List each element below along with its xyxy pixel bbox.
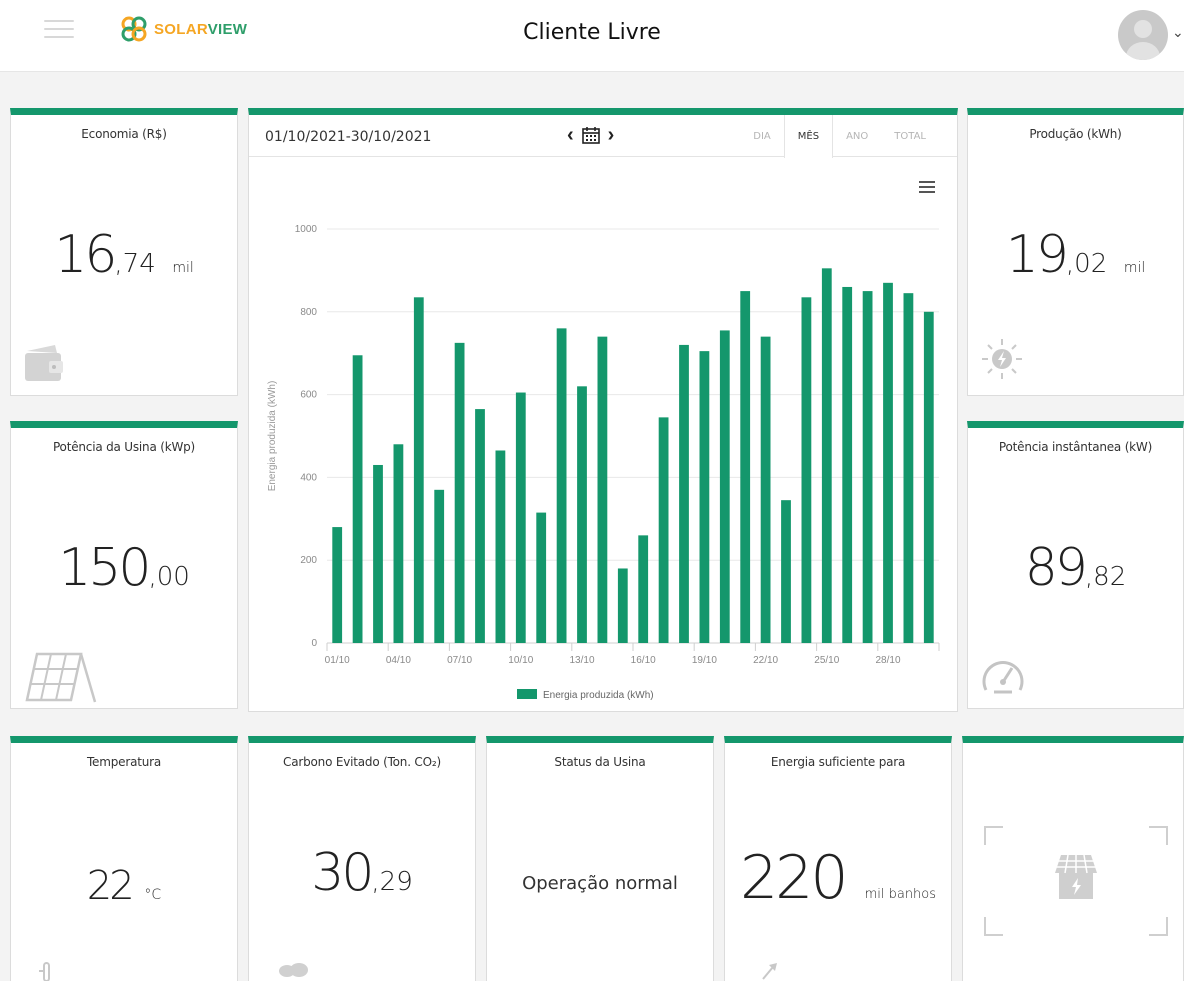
bar-11/10 — [536, 512, 547, 643]
energy-chart-card: 01/10/2021-30/10/2021 ‹ › DIA MÊS ANO TO… — [248, 108, 958, 712]
bar-26/10 — [842, 286, 853, 643]
x-tick-label: 19/10 — [692, 655, 717, 666]
x-tick-label: 07/10 — [447, 655, 472, 666]
bar-12/10 — [556, 328, 567, 643]
bar-28/10 — [883, 282, 893, 643]
temperatura-value: 22 °C — [86, 863, 162, 909]
temperatura-title: Temperatura — [86, 755, 162, 769]
bar-27/10 — [862, 291, 873, 643]
x-tick-label: 22/10 — [753, 655, 778, 666]
avatar[interactable] — [1118, 10, 1168, 60]
bar-09/10 — [495, 450, 506, 643]
bar-15/10 — [617, 568, 628, 643]
y-tick-label: 0 — [311, 638, 317, 649]
status-title: Status da Usina — [554, 755, 646, 769]
bar-13/10 — [577, 386, 587, 643]
y-tick-label: 600 — [300, 390, 317, 401]
plant-image-card — [962, 736, 1184, 981]
x-tick-label: 25/10 — [814, 655, 839, 666]
chevron-down-icon[interactable]: ⌄ — [1172, 24, 1184, 41]
chevron-left-icon[interactable]: ‹ — [567, 123, 574, 147]
thermometer-icon — [39, 962, 50, 981]
energia-card: Energia suficiente para 220 mil banhos — [724, 736, 952, 981]
top-bar: SOLARVIEW Cliente Livre ⌄ — [0, 0, 1184, 72]
status-value: Operação normal — [522, 873, 678, 894]
y-axis-label: Energia produzida (kWh) — [267, 381, 278, 492]
energia-value: 220 mil banhos — [739, 843, 937, 913]
carbono-title: Carbono Evitado (Ton. CO₂) — [283, 755, 441, 769]
potencia-usina-title: Potência da Usina (kWp) — [52, 440, 196, 454]
producao-title: Produção (kWh) — [1029, 127, 1122, 141]
bar-22/10 — [760, 336, 771, 643]
bar-16/10 — [638, 535, 649, 643]
producao-value: 19,02 mil — [1005, 225, 1146, 285]
carbono-card: Carbono Evitado (Ton. CO₂) 30,29 — [248, 736, 476, 981]
tab-total[interactable]: TOTAL — [881, 115, 939, 157]
producao-card: Produção (kWh) 19,02 mil — [967, 108, 1184, 396]
solar-panel-icon — [25, 652, 97, 703]
energy-bar-chart: 0 200 400 600 800 1000 01/10 04/10 07/10 10/10 13/… — [267, 224, 940, 701]
bar-23/10 — [781, 500, 791, 643]
bar-05/10 — [413, 297, 424, 643]
bar-30/10 — [923, 311, 934, 643]
date-navigation: ‹ › — [567, 123, 614, 147]
potencia-instantanea-card: Potência instântanea (kW) 89,82 — [967, 421, 1184, 709]
sun-bolt-icon — [982, 339, 1022, 379]
chart-header: 01/10/2021-30/10/2021 ‹ › DIA MÊS ANO TO… — [249, 115, 957, 158]
x-tick-label: 04/10 — [386, 655, 411, 666]
page-title: Cliente Livre — [523, 20, 661, 45]
solar-house-icon — [984, 826, 1168, 936]
y-tick-label: 1000 — [295, 224, 318, 235]
bar-02/10 — [352, 355, 363, 643]
energia-title: Energia suficiente para — [770, 755, 906, 769]
x-tick-label: 10/10 — [508, 655, 533, 666]
bar-07/10 — [454, 342, 465, 643]
date-range: 01/10/2021-30/10/2021 — [265, 129, 432, 145]
status-card: Status da Usina Operação normal — [486, 736, 714, 981]
carbono-value: 30,29 — [311, 843, 413, 903]
x-tick-label: 28/10 — [875, 655, 900, 666]
bar-14/10 — [597, 336, 608, 643]
x-tick-label: 01/10 — [325, 655, 350, 666]
period-tabs: DIA MÊS ANO TOTAL — [740, 115, 939, 158]
y-tick-label: 200 — [300, 555, 317, 566]
y-tick-label: 800 — [300, 307, 317, 318]
bar-04/10 — [393, 444, 404, 643]
potencia-usina-value: 150,00 — [58, 538, 190, 598]
legend-label: Energia produzida (kWh) — [543, 690, 654, 701]
potencia-instantanea-title: Potência instântanea (kW) — [998, 440, 1153, 454]
tab-dia[interactable]: DIA — [740, 115, 784, 157]
bar-19/10 — [699, 351, 710, 643]
legend-swatch — [517, 689, 537, 699]
y-tick-label: 400 — [300, 472, 317, 483]
x-tick-label: 13/10 — [569, 655, 594, 666]
bar-18/10 — [679, 344, 689, 643]
bar-24/10 — [801, 297, 812, 643]
temperatura-card: Temperatura 22 °C — [10, 736, 238, 981]
bar-10/10 — [515, 392, 526, 643]
wallet-icon — [25, 345, 63, 381]
tab-mes[interactable]: MÊS — [783, 115, 834, 158]
economia-card: Economia (R$) 16,74 mil — [10, 108, 238, 396]
economia-value: 16,74 mil — [54, 225, 194, 285]
economia-title: Economia (R$) — [81, 127, 167, 141]
tab-ano[interactable]: ANO — [833, 115, 881, 157]
bar-21/10 — [740, 291, 751, 643]
bar-08/10 — [475, 409, 485, 643]
shower-icon — [762, 963, 777, 980]
bar-01/10 — [332, 527, 343, 643]
tree-icon — [279, 963, 308, 977]
potencia-usina-card: Potência da Usina (kWp) 150,00 — [10, 421, 238, 709]
chevron-right-icon[interactable]: › — [608, 123, 615, 147]
bar-06/10 — [434, 489, 445, 643]
gauge-icon — [982, 661, 1024, 694]
bar-20/10 — [719, 330, 730, 643]
x-tick-label: 16/10 — [631, 655, 656, 666]
bar-25/10 — [821, 268, 832, 643]
bar-17/10 — [658, 417, 669, 643]
calendar-icon[interactable] — [581, 126, 600, 144]
potencia-instantanea-value: 89,82 — [1024, 538, 1127, 598]
bar-03/10 — [373, 464, 383, 643]
bar-29/10 — [903, 293, 914, 643]
